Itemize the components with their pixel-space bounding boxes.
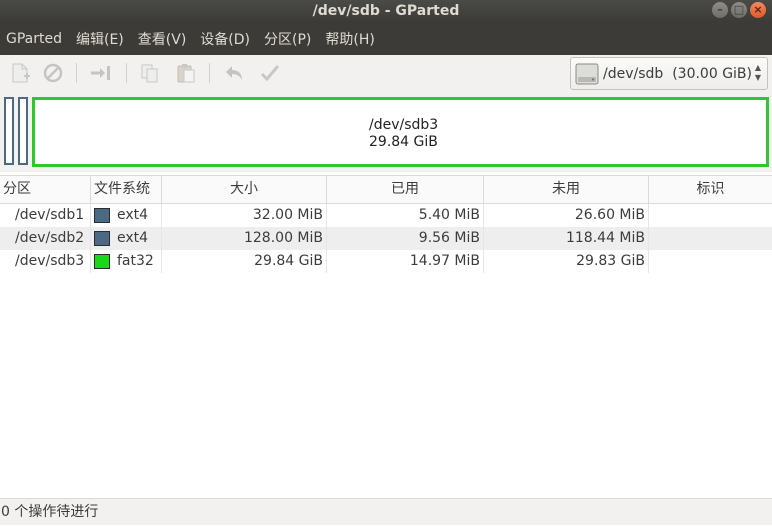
new-partition-icon[interactable] bbox=[8, 62, 32, 84]
partition-block-sdb1[interactable] bbox=[4, 97, 14, 165]
column-header-used[interactable]: 已用 bbox=[327, 176, 484, 203]
filesystem-cell: ext4 bbox=[91, 227, 162, 250]
menu-gparted[interactable]: GParted bbox=[0, 31, 68, 47]
partition-block-sdb2[interactable] bbox=[18, 97, 28, 165]
window-title: /dev/sdb - GParted bbox=[312, 3, 460, 19]
delete-icon[interactable] bbox=[41, 62, 65, 84]
used-cell: 14.97 MiB bbox=[327, 250, 484, 273]
flags-cell bbox=[649, 204, 772, 227]
menu-help[interactable]: 帮助(H) bbox=[319, 29, 380, 49]
size-cell: 32.00 MiB bbox=[162, 204, 327, 227]
filesystem-label: ext4 bbox=[117, 230, 149, 246]
apply-icon[interactable] bbox=[258, 62, 282, 84]
undo-icon[interactable] bbox=[222, 62, 246, 84]
close-icon[interactable]: × bbox=[750, 2, 766, 18]
copy-icon[interactable] bbox=[138, 62, 162, 84]
table-row[interactable]: /dev/sdb1 ext4 32.00 MiB 5.40 MiB 26.60 … bbox=[0, 204, 772, 227]
toolbar-separator bbox=[126, 63, 127, 83]
chevron-updown-icon: ▲ ▼ bbox=[754, 63, 761, 82]
unused-cell: 118.44 MiB bbox=[484, 227, 649, 250]
column-header-partition[interactable]: 分区 bbox=[0, 176, 91, 203]
partition-cell: /dev/sdb3 bbox=[0, 250, 91, 273]
table-row[interactable]: /dev/sdb2 ext4 128.00 MiB 9.56 MiB 118.4… bbox=[0, 227, 772, 250]
table-header: 分区 文件系统 大小 已用 未用 标识 bbox=[0, 175, 772, 204]
size-cell: 29.84 GiB bbox=[162, 250, 327, 273]
filesystem-cell: fat32 bbox=[91, 250, 162, 273]
column-header-filesystem[interactable]: 文件系统 bbox=[91, 176, 162, 203]
flags-cell bbox=[649, 250, 772, 273]
menu-partition[interactable]: 分区(P) bbox=[258, 29, 317, 49]
selected-partition-name: /dev/sdb3 bbox=[369, 117, 439, 133]
flags-cell bbox=[649, 227, 772, 250]
partition-cell: /dev/sdb1 bbox=[0, 204, 91, 227]
maximize-icon[interactable]: □ bbox=[731, 2, 747, 18]
used-cell: 9.56 MiB bbox=[327, 227, 484, 250]
resize-move-icon[interactable] bbox=[89, 62, 113, 84]
filesystem-label: fat32 bbox=[117, 253, 154, 269]
menu-edit[interactable]: 编辑(E) bbox=[70, 29, 130, 49]
unused-cell: 26.60 MiB bbox=[484, 204, 649, 227]
filesystem-cell: ext4 bbox=[91, 204, 162, 227]
partition-cell: /dev/sdb2 bbox=[0, 227, 91, 250]
filesystem-color-swatch bbox=[94, 208, 110, 223]
title-bar: /dev/sdb - GParted – □ × bbox=[0, 0, 772, 22]
unused-cell: 29.83 GiB bbox=[484, 250, 649, 273]
partition-visualization: /dev/sdb3 29.84 GiB bbox=[0, 92, 772, 172]
pending-operations-status: 0 个操作待进行 bbox=[1, 504, 99, 520]
hard-disk-icon bbox=[575, 63, 599, 84]
toolbar-separator bbox=[76, 63, 77, 83]
table-row[interactable]: /dev/sdb3 fat32 29.84 GiB 14.97 MiB 29.8… bbox=[0, 250, 772, 273]
device-selector[interactable]: /dev/sdb (30.00 GiB) ▲ ▼ bbox=[570, 57, 768, 90]
device-size: (30.00 GiB) bbox=[672, 65, 752, 82]
filesystem-color-swatch bbox=[94, 254, 110, 269]
column-header-size[interactable]: 大小 bbox=[162, 176, 327, 203]
used-cell: 5.40 MiB bbox=[327, 204, 484, 227]
window-controls: – □ × bbox=[712, 2, 766, 18]
filesystem-color-swatch bbox=[94, 231, 110, 246]
size-cell: 128.00 MiB bbox=[162, 227, 327, 250]
device-name: /dev/sdb bbox=[603, 65, 664, 82]
menu-view[interactable]: 查看(V) bbox=[132, 29, 193, 49]
menu-device[interactable]: 设备(D) bbox=[194, 29, 256, 49]
partition-block-sdb3[interactable]: /dev/sdb3 29.84 GiB bbox=[32, 97, 769, 167]
menu-bar: GParted 编辑(E) 查看(V) 设备(D) 分区(P) 帮助(H) bbox=[0, 22, 772, 55]
partition-table: 分区 文件系统 大小 已用 未用 标识 /dev/sdb1 ext4 32.00… bbox=[0, 175, 772, 273]
status-bar: 0 个操作待进行 bbox=[0, 498, 772, 525]
column-header-flags[interactable]: 标识 bbox=[649, 176, 772, 203]
paste-icon[interactable] bbox=[174, 62, 198, 84]
filesystem-label: ext4 bbox=[117, 207, 149, 223]
selected-partition-size: 29.84 GiB bbox=[369, 134, 438, 150]
toolbar: /dev/sdb (30.00 GiB) ▲ ▼ bbox=[0, 55, 772, 93]
minimize-icon[interactable]: – bbox=[712, 2, 728, 18]
toolbar-separator bbox=[209, 63, 210, 83]
column-header-unused[interactable]: 未用 bbox=[484, 176, 649, 203]
